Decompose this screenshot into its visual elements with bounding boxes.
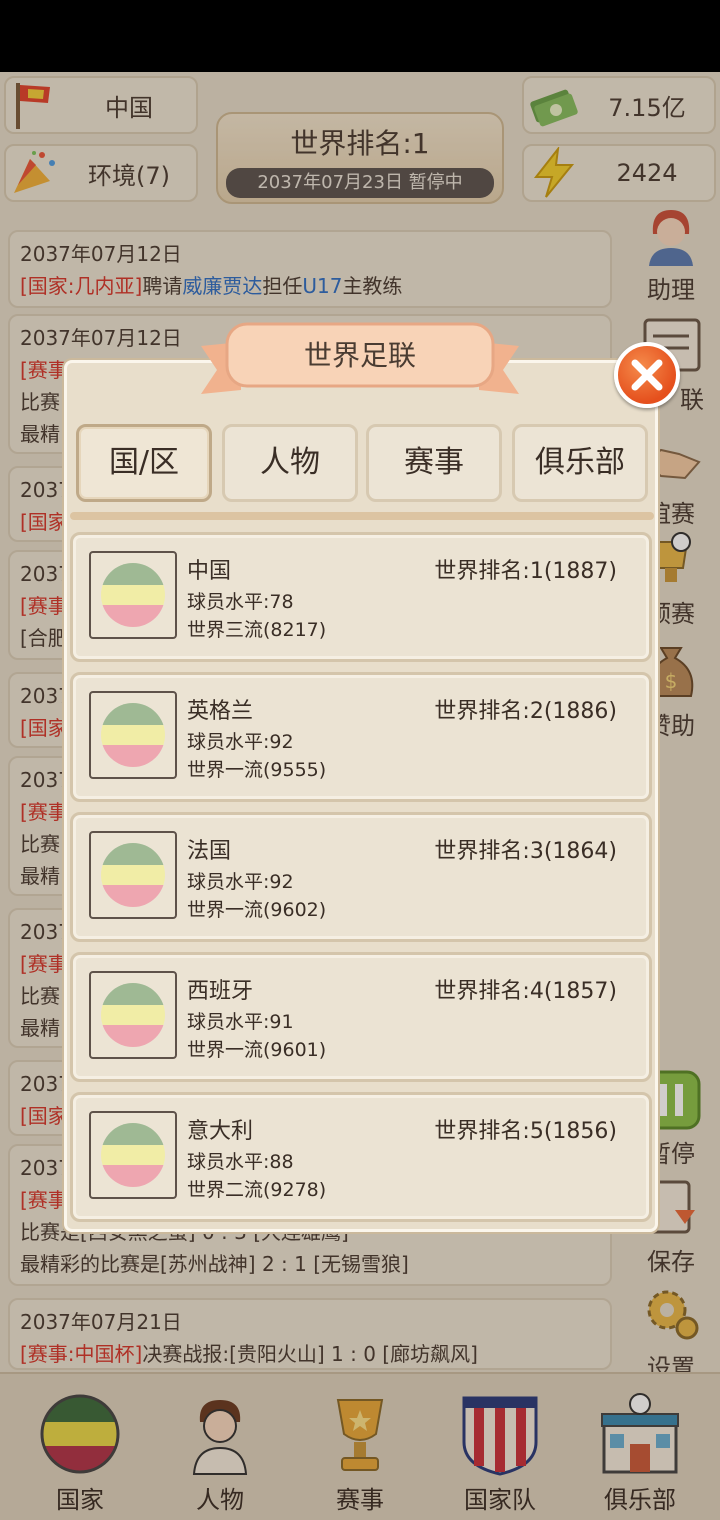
ranking-row[interactable]: 英格兰 世界排名:2(1886) 球员水平:92 世界一流(9555)	[70, 672, 652, 802]
country-flag	[89, 691, 177, 779]
player-level: 球员水平:88	[187, 1151, 294, 1173]
world-tier: 世界一流(9555)	[187, 759, 327, 781]
flag-icon	[101, 983, 165, 1047]
ranking-row[interactable]: 西班牙 世界排名:4(1857) 球员水平:91 世界一流(9601)	[70, 952, 652, 1082]
country-flag	[89, 831, 177, 919]
country-flag	[89, 551, 177, 639]
ranking-row[interactable]: 法国 世界排名:3(1864) 球员水平:92 世界一流(9602)	[70, 812, 652, 942]
world-tier: 世界一流(9601)	[187, 1039, 327, 1061]
player-level: 球员水平:91	[187, 1011, 294, 1033]
country-flag	[89, 1111, 177, 1199]
modal-title-ribbon: 世界足联	[197, 316, 523, 408]
game-screen: 中国 环境(7) 世界排名:1 2037年07月23日 暂停中 7.15亿 24…	[0, 72, 720, 1520]
close-icon	[631, 359, 663, 391]
tab-people[interactable]: 人物	[222, 424, 358, 502]
player-level: 球员水平:78	[187, 591, 294, 613]
tab-divider	[70, 512, 654, 520]
ranking-row[interactable]: 中国 世界排名:1(1887) 球员水平:78 世界三流(8217)	[70, 532, 652, 662]
modal-title: 世界足联	[303, 339, 416, 372]
ranking-row[interactable]: 意大利 世界排名:5(1856) 球员水平:88 世界二流(9278)	[70, 1092, 652, 1222]
tab-clubs[interactable]: 俱乐部	[512, 424, 648, 502]
world-rank: 世界排名:1(1887)	[434, 559, 617, 584]
country-name: 中国	[187, 559, 232, 584]
flag-icon	[101, 843, 165, 907]
country-name: 西班牙	[187, 979, 254, 1004]
world-tier: 世界三流(8217)	[187, 619, 327, 641]
world-tier: 世界二流(9278)	[187, 1179, 327, 1201]
world-rank: 世界排名:3(1864)	[434, 839, 617, 864]
world-rank: 世界排名:5(1856)	[434, 1119, 617, 1144]
world-tier: 世界一流(9602)	[187, 899, 327, 921]
tab-country-region[interactable]: 国/区	[76, 424, 212, 502]
world-rank: 世界排名:4(1857)	[434, 979, 617, 1004]
player-level: 球员水平:92	[187, 871, 294, 893]
flag-icon	[101, 703, 165, 767]
country-name: 意大利	[187, 1119, 254, 1144]
status-bar	[0, 0, 720, 72]
player-level: 球员水平:92	[187, 731, 294, 753]
close-button[interactable]	[614, 342, 680, 408]
flag-icon	[101, 1123, 165, 1187]
modal-tabs: 国/区 人物 赛事 俱乐部	[74, 424, 652, 504]
country-name: 英格兰	[187, 699, 254, 724]
flag-icon	[101, 563, 165, 627]
tab-events[interactable]: 赛事	[366, 424, 502, 502]
world-rank: 世界排名:2(1886)	[434, 699, 617, 724]
country-flag	[89, 971, 177, 1059]
country-name: 法国	[187, 839, 232, 864]
